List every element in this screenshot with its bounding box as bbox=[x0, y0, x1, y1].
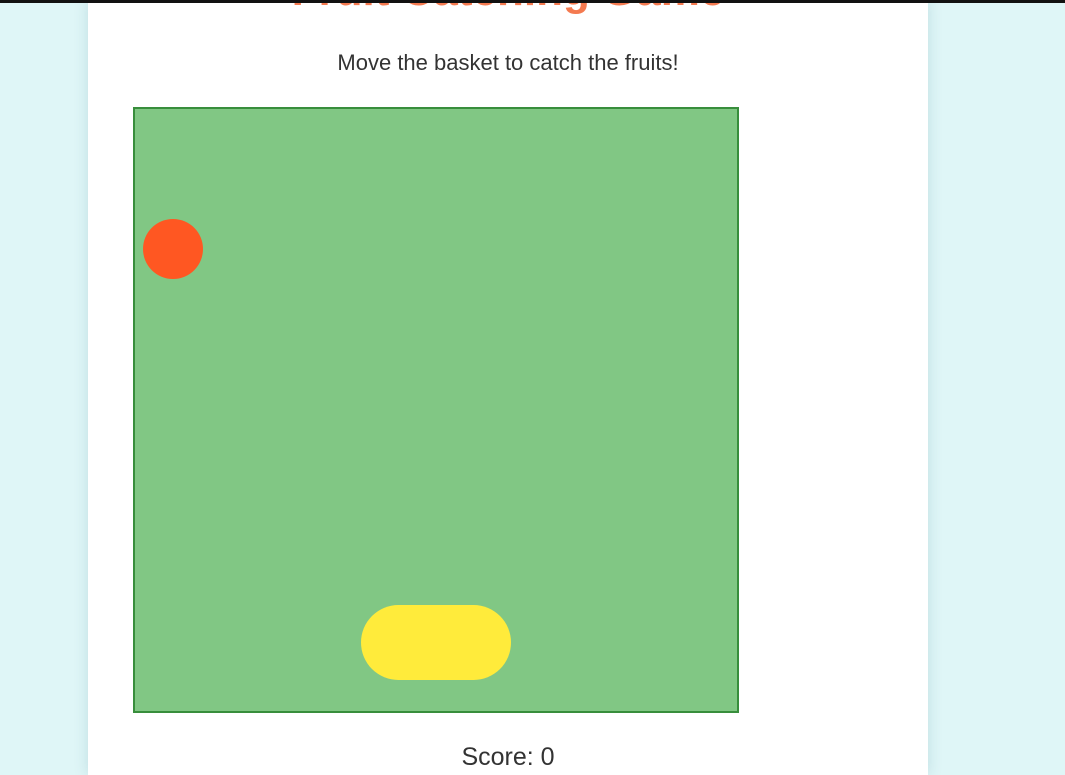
score-label: Score: bbox=[461, 743, 541, 771]
game-card: Fruit Catching Game Move the basket to c… bbox=[88, 0, 928, 775]
browser-top-edge bbox=[0, 0, 1065, 3]
game-area[interactable] bbox=[133, 107, 739, 713]
score-display: Score: 0 bbox=[88, 742, 928, 772]
basket[interactable] bbox=[361, 605, 511, 680]
falling-fruit bbox=[143, 219, 203, 279]
score-value: 0 bbox=[540, 743, 555, 771]
instructions-text: Move the basket to catch the fruits! bbox=[337, 50, 679, 75]
